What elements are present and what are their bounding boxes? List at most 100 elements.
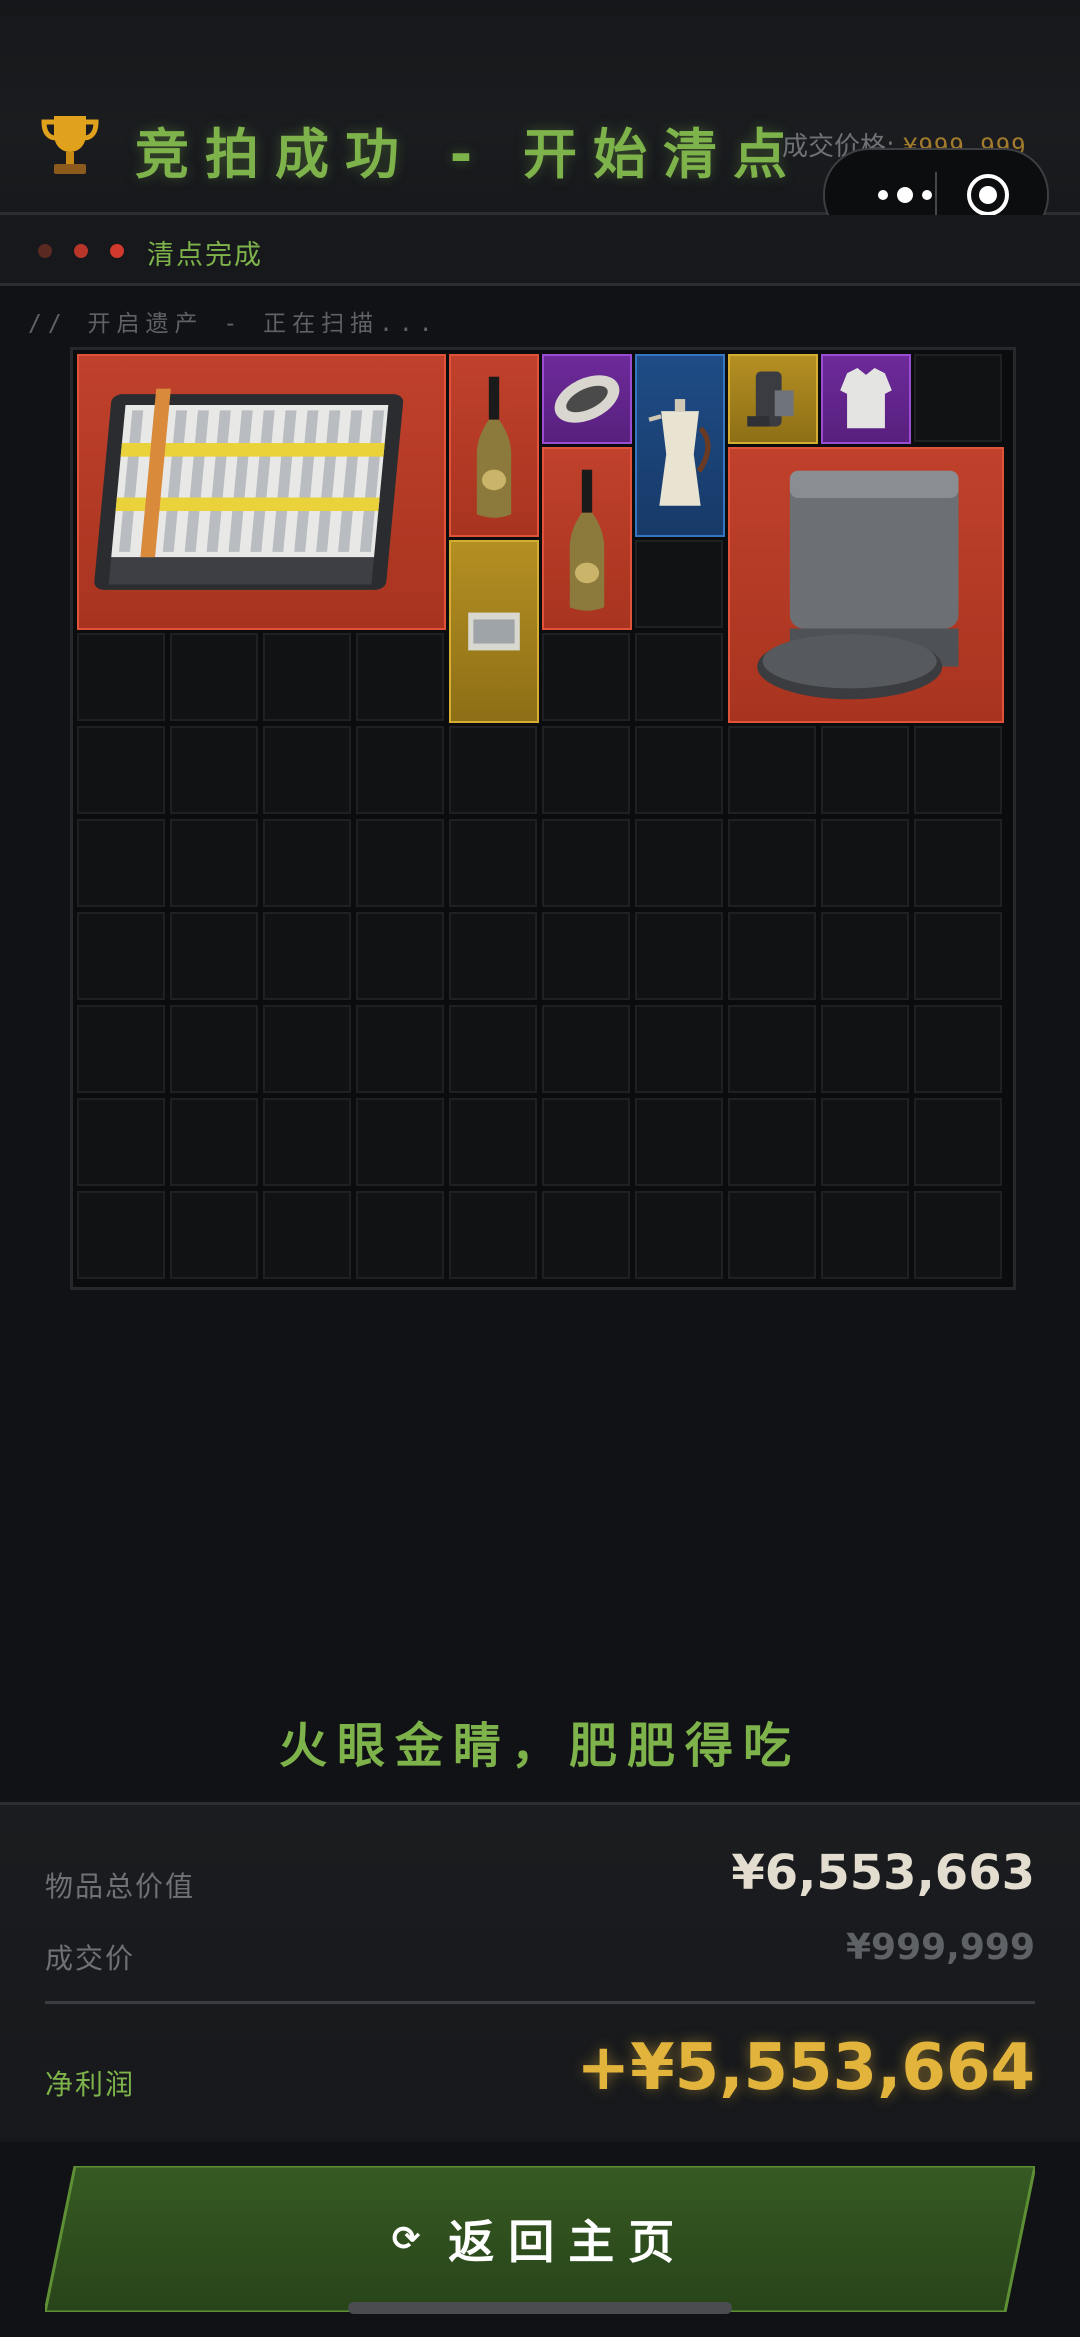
scan-status-text: // 开启遗产 - 正在扫描...: [28, 311, 439, 337]
grid-cell: [821, 1098, 909, 1186]
grid-cell: [914, 1191, 1002, 1279]
grid-cell: [356, 1191, 444, 1279]
grid-cell: [728, 819, 816, 907]
grid-cell: [77, 1191, 165, 1279]
grid-cell: [263, 726, 351, 814]
grid-cell: [263, 912, 351, 1000]
rugby-ball-item[interactable]: [542, 354, 632, 444]
champagne-bottle-item[interactable]: [449, 354, 539, 537]
grid-cell: [449, 1191, 537, 1279]
grid-cell: [449, 1098, 537, 1186]
grid-cell: [542, 1005, 630, 1093]
net-profit-label: 净利润: [45, 2068, 136, 2101]
grid-cell: [356, 633, 444, 721]
grid-cell: [542, 726, 630, 814]
grid-cell: [170, 1098, 258, 1186]
grid-cell: [635, 912, 723, 1000]
grid-cell: [77, 1098, 165, 1186]
grid-cell: [263, 819, 351, 907]
grid-cell: [77, 912, 165, 1000]
return-home-label: ⟳ 返回主页: [45, 2166, 1035, 2312]
champagne-bottle-item-2[interactable]: [542, 447, 632, 630]
grid-cell: [635, 726, 723, 814]
status-dot-1: [38, 244, 52, 258]
grid-cell: [914, 726, 1002, 814]
grid-cell: [449, 819, 537, 907]
grid-cell: [728, 1005, 816, 1093]
inventory-grid: [70, 347, 1016, 1290]
grid-cell: [914, 354, 1002, 442]
grid-cell: [821, 1191, 909, 1279]
deal-price-summary-value: ¥999,999: [845, 1927, 1035, 1968]
grid-cell: [542, 819, 630, 907]
grid-cell: [449, 912, 537, 1000]
grid-cell: [914, 1098, 1002, 1186]
grid-cell: [914, 819, 1002, 907]
trophy-icon: [41, 116, 99, 174]
grid-cell: [728, 1191, 816, 1279]
status-text: 清点完成: [147, 240, 263, 271]
grid-cell: [542, 633, 630, 721]
grid-cell: [170, 726, 258, 814]
total-value: ¥6,553,663: [731, 1845, 1035, 1901]
grid-cell: [821, 819, 909, 907]
grid-cell: [170, 1191, 258, 1279]
drone-gadget-item[interactable]: [728, 354, 818, 444]
grid-cell: [77, 633, 165, 721]
grid-cell: [263, 633, 351, 721]
status-dot-2: [74, 244, 88, 258]
refresh-icon: ⟳: [391, 2219, 421, 2259]
return-home-button[interactable]: ⟳ 返回主页: [45, 2166, 1035, 2312]
capsule-divider: [935, 172, 937, 218]
grid-cell: [542, 1191, 630, 1279]
coffee-pot-item[interactable]: [635, 354, 725, 537]
battery-pack-item[interactable]: [77, 354, 446, 630]
grid-cell: [635, 1098, 723, 1186]
grid-cell: [170, 633, 258, 721]
grid-cell: [356, 1098, 444, 1186]
grid-cell: [263, 1191, 351, 1279]
grid-cell: [635, 633, 723, 721]
grid-cell: [170, 1005, 258, 1093]
deal-price-summary-label: 成交价: [45, 1942, 136, 1975]
grid-cell: [821, 726, 909, 814]
grid-cell: [914, 1005, 1002, 1093]
grid-cell: [77, 1005, 165, 1093]
grid-cell: [635, 540, 723, 628]
home-indicator: [348, 2302, 732, 2314]
grid-cell: [449, 726, 537, 814]
return-home-text: 返回主页: [448, 2215, 689, 2269]
status-dot-3: [110, 244, 124, 258]
grid-cell: [77, 726, 165, 814]
grid-cell: [728, 912, 816, 1000]
summary-divider: [45, 2001, 1035, 2004]
grid-cell: [356, 912, 444, 1000]
more-dots-icon[interactable]: [855, 180, 955, 210]
target-close-icon[interactable]: [965, 172, 1011, 218]
robot-vacuum-station-item[interactable]: [728, 447, 1004, 723]
grid-cell: [542, 912, 630, 1000]
grid-cell: [542, 1098, 630, 1186]
grid-cell: [356, 1005, 444, 1093]
gold-card-item[interactable]: [449, 540, 539, 723]
slogan-text: 火眼金睛，肥肥得吃: [278, 1718, 801, 1774]
page-title: 竞拍成功 - 开始清点: [135, 123, 804, 186]
grid-cell: [263, 1005, 351, 1093]
net-profit-value: +¥5,553,664: [576, 2031, 1036, 2105]
grid-cell: [635, 1191, 723, 1279]
summary-panel: 物品总价值 ¥6,553,663 成交价 ¥999,999 净利润 +¥5,55…: [0, 1802, 1080, 2148]
grid-cell: [821, 912, 909, 1000]
grid-cell: [170, 819, 258, 907]
grid-cell: [356, 726, 444, 814]
grid-cell: [728, 726, 816, 814]
grid-cell: [635, 819, 723, 907]
grid-cell: [914, 912, 1002, 1000]
total-value-label: 物品总价值: [45, 1870, 196, 1903]
grid-cell: [170, 912, 258, 1000]
grid-cell: [263, 1098, 351, 1186]
body-armor-item[interactable]: [821, 354, 911, 444]
grid-cell: [356, 819, 444, 907]
grid-cell: [77, 819, 165, 907]
grid-cell: [728, 1098, 816, 1186]
status-row: 清点完成: [0, 215, 1080, 286]
